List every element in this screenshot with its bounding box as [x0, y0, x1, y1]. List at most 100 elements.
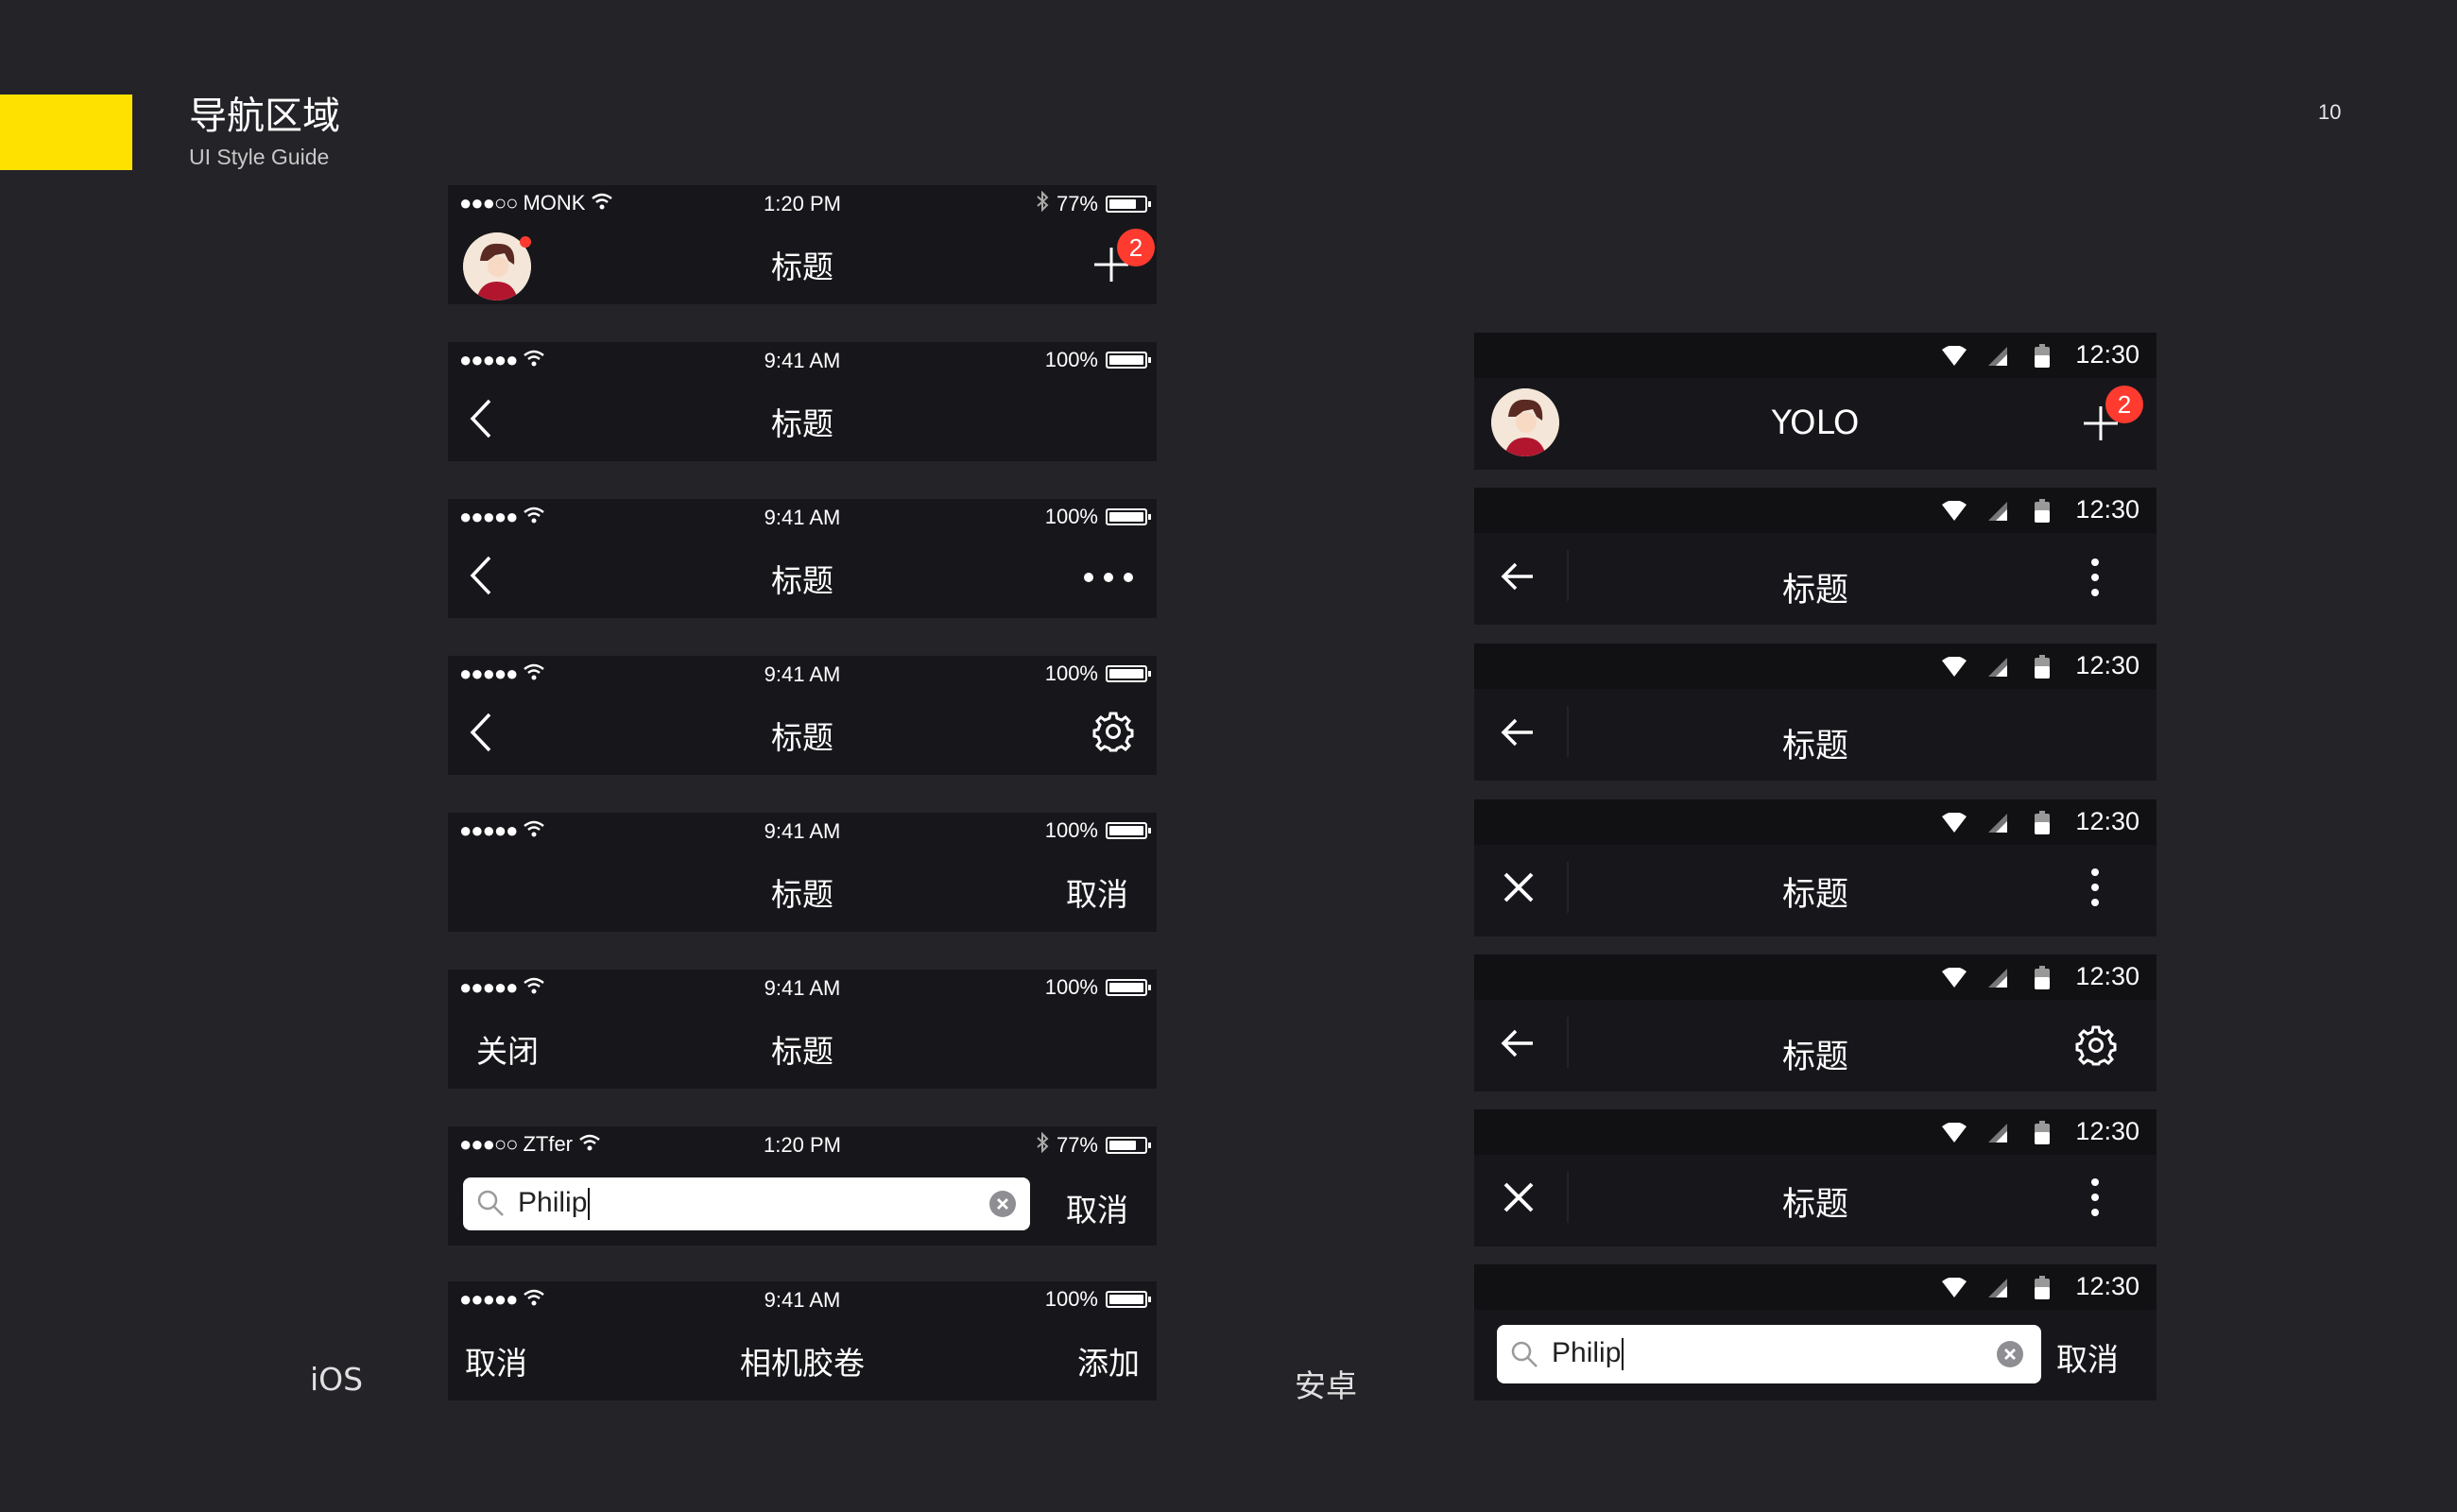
- ios-nav-bar-back: ●●●●● 9:41 AM 100% 标题: [448, 342, 1157, 461]
- android-status-bar: 12:30: [1474, 1264, 2156, 1310]
- bluetooth-icon: [1036, 190, 1049, 217]
- gear-icon[interactable]: [2075, 1024, 2117, 1071]
- nav-title: 标题: [771, 719, 833, 756]
- battery-icon: [2034, 1121, 2051, 1150]
- app-bar-title: 标题: [1781, 876, 1848, 914]
- battery-icon: [1106, 508, 1151, 525]
- page-title: 导航区域: [189, 94, 340, 138]
- android-status-bar: 12:30: [1474, 799, 2156, 845]
- search-icon: [476, 1189, 505, 1222]
- android-app-bar-close-more: 12:30 标题: [1474, 799, 2156, 936]
- cell-signal-icon: [1986, 501, 2009, 526]
- bluetooth-icon: [1036, 1131, 1049, 1159]
- nav-title: 标题: [771, 562, 833, 599]
- cancel-button[interactable]: 取消: [1066, 869, 1128, 915]
- status-time: 12:30: [2075, 1117, 2139, 1145]
- nav-title: 标题: [771, 249, 833, 285]
- page-number: 10: [2318, 100, 2342, 124]
- ios-status-bar: ●●●●● 9:41 AM 100%: [448, 499, 1157, 537]
- ios-status-bar: ●●●●● 9:41 AM 100%: [448, 813, 1157, 850]
- battery-icon: [2034, 811, 2051, 840]
- nav-title: 标题: [771, 405, 833, 442]
- battery-percent: 77%: [1056, 1133, 1098, 1157]
- cell-signal-icon: [1986, 968, 2009, 993]
- more-vertical-icon[interactable]: [2090, 868, 2100, 912]
- battery-percent: 100%: [1044, 662, 1098, 685]
- wifi-icon: [1941, 812, 1967, 838]
- app-bar-title: 标题: [1781, 1186, 1848, 1224]
- gear-icon[interactable]: [1092, 711, 1134, 757]
- ios-nav-bar-avatar: ●●●○○ MONK 1:20 PM 77% 2 标题: [448, 185, 1157, 304]
- clear-icon[interactable]: [988, 1190, 1017, 1223]
- app-bar-title: 标题: [1781, 728, 1848, 765]
- cell-signal-icon: [1986, 657, 2009, 682]
- android-status-bar: 12:30: [1474, 644, 2156, 689]
- android-search-bar: 12:30 Philip 取消: [1474, 1264, 2156, 1400]
- cell-signal-icon: [1986, 1278, 2009, 1303]
- nav-title: 标题: [771, 1033, 833, 1070]
- battery-percent: 100%: [1044, 505, 1098, 528]
- wifi-icon: [1941, 1277, 1967, 1303]
- wifi-icon: [1941, 967, 1967, 993]
- wifi-icon: [1941, 345, 1967, 371]
- android-label: 安卓: [1295, 1367, 1357, 1404]
- wifi-icon: [1941, 500, 1967, 526]
- android-status-bar: 12:30: [1474, 1109, 2156, 1155]
- cell-signal-icon: [1986, 346, 2009, 371]
- text-caret: [1622, 1338, 1624, 1371]
- battery-icon: [2034, 655, 2051, 684]
- ios-nav-bar-close: ●●●●● 9:41 AM 100% 关闭 标题: [448, 970, 1157, 1089]
- status-time: 12:30: [2075, 807, 2139, 835]
- cancel-button[interactable]: 取消: [2056, 1334, 2119, 1380]
- more-vertical-icon[interactable]: [2090, 558, 2100, 602]
- battery-percent: 100%: [1044, 348, 1098, 371]
- ios-status-bar: ●●●●● 9:41 AM 100%: [448, 1281, 1157, 1319]
- app-bar-title: 标题: [1781, 1039, 1848, 1076]
- ios-search-bar: ●●●○○ ZTfer 1:20 PM 77% Philip 取消: [448, 1126, 1157, 1246]
- battery-percent: 100%: [1044, 1287, 1098, 1311]
- wifi-icon: [1941, 656, 1967, 682]
- clear-icon[interactable]: [1996, 1340, 2024, 1373]
- battery-icon: [1106, 1137, 1151, 1154]
- app-bar-title: 标题: [1781, 572, 1848, 610]
- battery-icon: [1106, 1291, 1151, 1308]
- battery-percent: 100%: [1044, 818, 1098, 842]
- wifi-icon: [1941, 1122, 1967, 1148]
- ios-nav-bar-camera-roll: ●●●●● 9:41 AM 100% 取消 相机胶卷 添加: [448, 1281, 1157, 1400]
- battery-percent: 77%: [1056, 192, 1098, 215]
- battery-icon: [2034, 344, 2051, 373]
- battery-icon: [2034, 1276, 2051, 1305]
- text-caret: [588, 1188, 591, 1221]
- more-horizontal-icon[interactable]: [1083, 571, 1134, 588]
- cancel-button[interactable]: 取消: [1066, 1185, 1128, 1230]
- battery-icon: [1106, 665, 1151, 682]
- android-status-bar: 12:30: [1474, 333, 2156, 378]
- accent-block: [0, 94, 132, 170]
- status-time: 12:30: [2075, 495, 2139, 524]
- ios-status-bar: ●●●●● 9:41 AM 100%: [448, 342, 1157, 380]
- android-app-bar-back: 12:30 标题: [1474, 644, 2156, 781]
- search-icon: [1510, 1340, 1538, 1373]
- search-value: Philip: [518, 1187, 588, 1218]
- battery-icon: [1106, 822, 1151, 839]
- search-value: Philip: [1552, 1337, 1622, 1368]
- ios-status-bar: ●●●○○ MONK 1:20 PM 77%: [448, 185, 1157, 223]
- cell-signal-icon: [1986, 813, 2009, 838]
- ios-nav-bar-back-more: ●●●●● 9:41 AM 100% 标题: [448, 499, 1157, 618]
- add-button[interactable]: 添加: [1077, 1338, 1140, 1383]
- battery-icon: [1106, 352, 1151, 369]
- status-time: 12:30: [2075, 1272, 2139, 1300]
- android-app-bar-avatar: 12:30 YOLO 2: [1474, 333, 2156, 470]
- battery-icon: [2034, 966, 2051, 995]
- app-bar-title: YOLO: [1771, 404, 1860, 442]
- android-app-bar-back-settings: 12:30 标题: [1474, 954, 2156, 1091]
- search-input[interactable]: Philip: [1497, 1325, 2041, 1383]
- search-input[interactable]: Philip: [463, 1177, 1030, 1230]
- status-time: 12:30: [2075, 340, 2139, 369]
- android-status-bar: 12:30: [1474, 488, 2156, 533]
- battery-percent: 100%: [1044, 975, 1098, 999]
- battery-icon: [2034, 499, 2051, 528]
- more-vertical-icon[interactable]: [2090, 1177, 2100, 1222]
- ios-nav-bar-back-settings: ●●●●● 9:41 AM 100% 标题: [448, 656, 1157, 775]
- ios-status-bar: ●●●●● 9:41 AM 100%: [448, 970, 1157, 1007]
